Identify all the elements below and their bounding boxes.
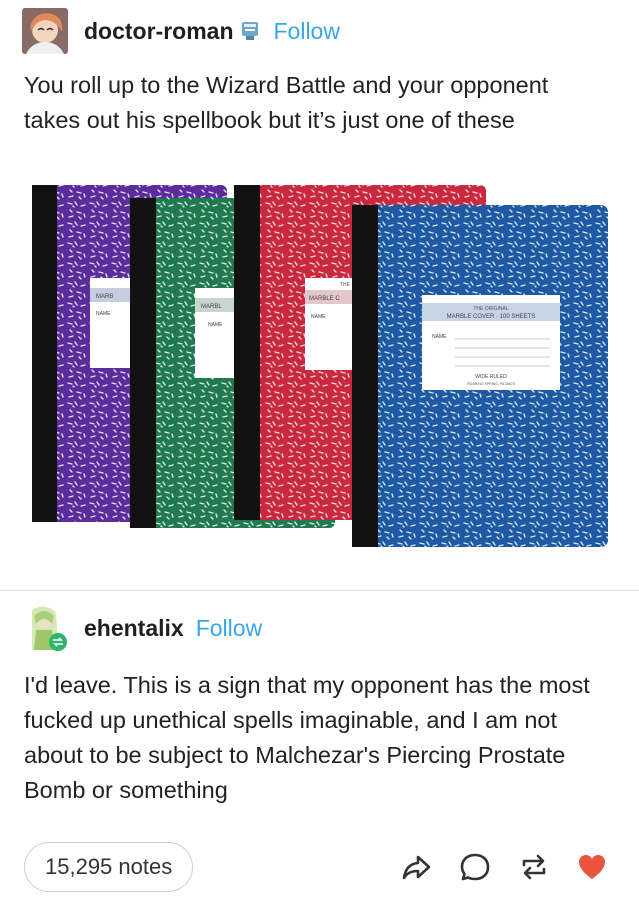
- post-image: MARB NAME MARBL NAME THE MARBLE C NAME T…: [0, 160, 639, 570]
- reblog-icon[interactable]: [518, 851, 550, 883]
- notes-count-button[interactable]: 15,295 notes: [24, 842, 194, 892]
- notebook-label-text: THE: [340, 282, 351, 288]
- notebook-label-text: NAME: [311, 314, 326, 320]
- avatar[interactable]: [22, 8, 68, 54]
- notebook-label-text: ROARING SPRING, PA 16673: [467, 382, 515, 386]
- notes-count: 15,295 notes: [45, 854, 173, 879]
- reply-icon[interactable]: [459, 851, 491, 883]
- post-header: doctor-roman Follow: [22, 8, 340, 54]
- notebook-label-text: NAME: [96, 311, 111, 317]
- post-footer: 15,295 notes: [0, 838, 639, 896]
- notebook-label-text: NAME: [208, 322, 223, 328]
- notebook-label-text: MARBLE COVER · 100 SHEETS: [447, 314, 536, 320]
- reblog-divider: [0, 590, 639, 591]
- post-body-text: You roll up to the Wizard Battle and you…: [24, 72, 549, 133]
- notebook-label-text: MARBLE C: [309, 296, 340, 302]
- notebooks-illustration: MARB NAME MARBL NAME THE MARBLE C NAME T…: [32, 185, 608, 547]
- notebook-label-text: MARBL: [201, 304, 222, 310]
- share-icon[interactable]: [400, 851, 432, 883]
- notebook-blue: THE ORIGINAL MARBLE COVER · 100 SHEETS N…: [352, 205, 608, 547]
- post-username[interactable]: doctor-roman: [84, 18, 234, 45]
- follow-button[interactable]: Follow: [196, 615, 262, 642]
- notebook-label-text: NAME: [432, 334, 447, 340]
- reblog-body-text: I'd leave. This is a sign that my oppone…: [24, 672, 590, 803]
- notebook-label-text: WIDE RULED: [475, 374, 507, 380]
- notebook-label-text: THE ORIGINAL: [473, 306, 509, 312]
- notebook-label-text: MARB: [96, 294, 113, 300]
- reblog-avatar[interactable]: [22, 604, 68, 652]
- like-icon[interactable]: [576, 851, 608, 883]
- blog-badge-icon: [240, 20, 260, 42]
- follow-button[interactable]: Follow: [274, 18, 340, 45]
- reblog-header: ehentalix Follow: [22, 603, 262, 653]
- reblog-username[interactable]: ehentalix: [84, 615, 184, 642]
